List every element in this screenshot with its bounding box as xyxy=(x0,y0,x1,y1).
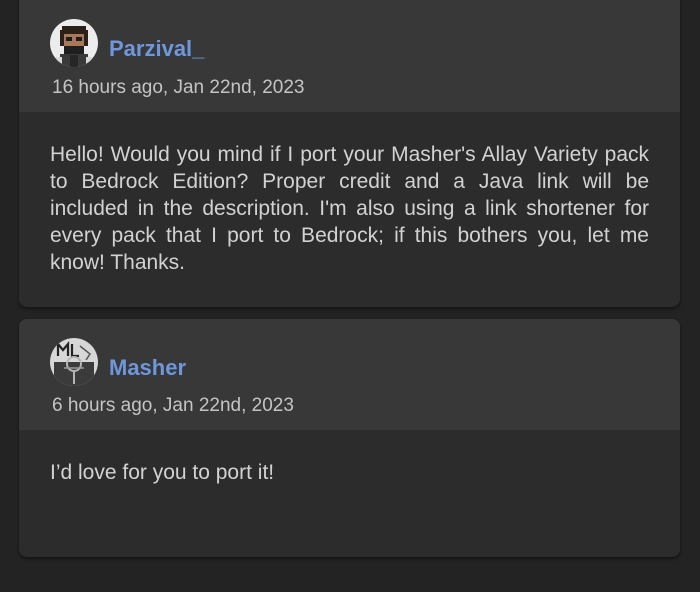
username-link[interactable]: Parzival_ xyxy=(109,36,204,62)
username-link[interactable]: Masher xyxy=(109,355,186,381)
avatar[interactable] xyxy=(50,19,98,67)
comment-card: Parzival_ 16 hours ago, Jan 22nd, 2023 H… xyxy=(19,0,680,307)
comment-card: Masher 6 hours ago, Jan 22nd, 2023 I’d l… xyxy=(19,319,680,557)
pixel-avatar-icon xyxy=(50,19,98,67)
comment-header: Masher 6 hours ago, Jan 22nd, 2023 xyxy=(19,319,680,430)
comment-text: Hello! Would you mind if I port your Mas… xyxy=(50,143,649,274)
comment-thread: Parzival_ 16 hours ago, Jan 22nd, 2023 H… xyxy=(0,0,700,592)
avatar[interactable] xyxy=(50,338,98,386)
timestamp: 6 hours ago, Jan 22nd, 2023 xyxy=(52,395,294,416)
comment-header: Parzival_ 16 hours ago, Jan 22nd, 2023 xyxy=(19,0,680,112)
comment-text: I’d love for you to port it! xyxy=(50,461,275,484)
timestamp: 16 hours ago, Jan 22nd, 2023 xyxy=(52,77,305,98)
sketch-avatar-icon xyxy=(50,338,98,386)
